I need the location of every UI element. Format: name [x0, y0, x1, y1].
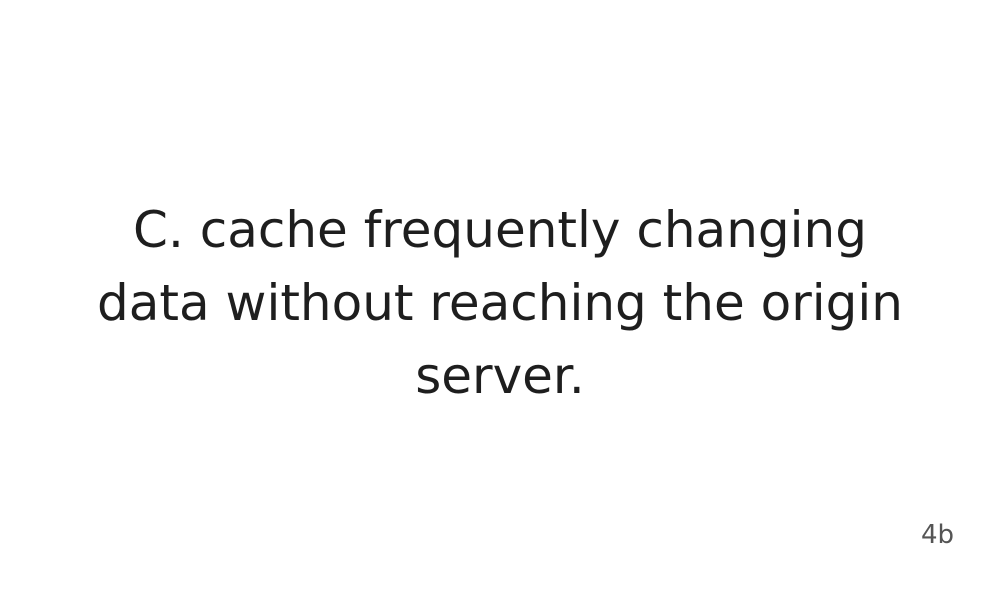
slide: C. cache frequently changing data withou… [0, 0, 1000, 600]
answer-option-text: C. cache frequently changing data withou… [97, 201, 903, 405]
page-number: 4b [920, 520, 954, 550]
